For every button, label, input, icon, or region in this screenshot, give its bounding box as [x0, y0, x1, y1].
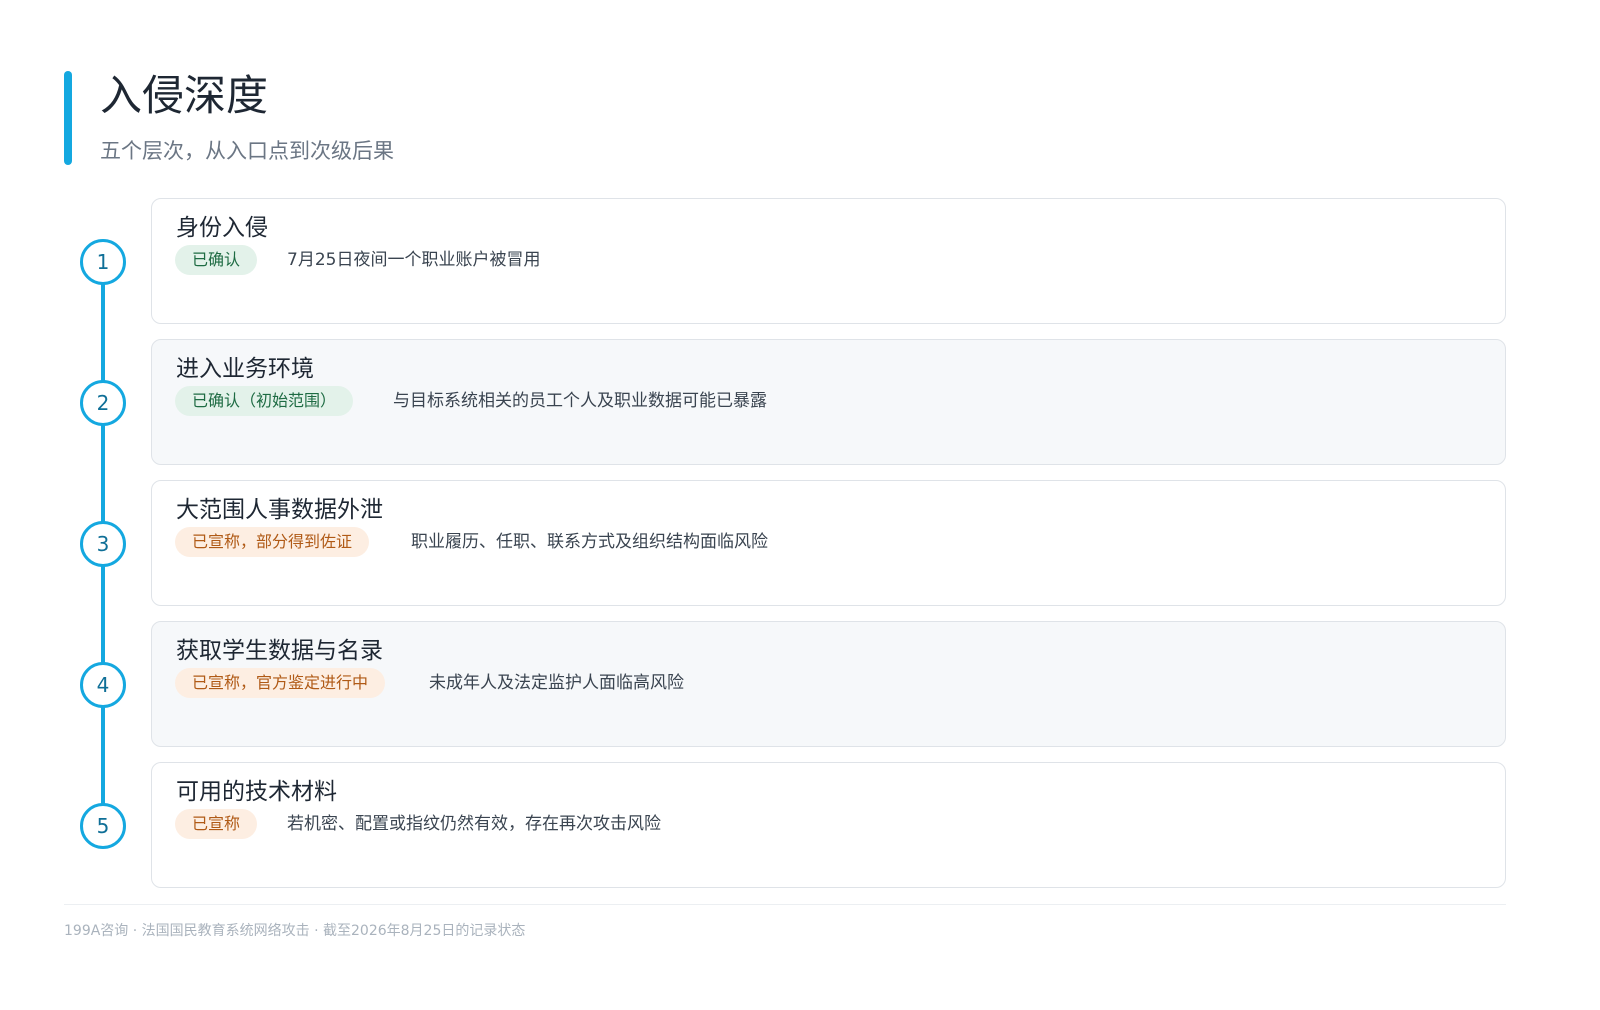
step-title: 可用的技术材料: [176, 779, 337, 805]
step-description: 若机密、配置或指纹仍然有效，存在再次攻击风险: [287, 814, 661, 834]
status-badge: 已宣称，官方鉴定进行中: [175, 668, 386, 698]
step-card-5: 可用的技术材料 已宣称 若机密、配置或指纹仍然有效，存在再次攻击风险: [151, 762, 1506, 888]
step-title: 进入业务环境: [176, 356, 314, 382]
header-accent-bar: [64, 71, 72, 165]
status-badge: 已宣称，部分得到佐证: [175, 527, 370, 557]
step-card-3: 大范围人事数据外泄 已宣称，部分得到佐证 职业履历、任职、联系方式及组织结构面临…: [151, 480, 1506, 606]
step-description: 与目标系统相关的员工个人及职业数据可能已暴露: [393, 391, 767, 411]
footer-text: 199A咨询 · 法国国民教育系统网络攻击 · 截至2026年8月25日的记录状…: [64, 923, 526, 939]
page-subtitle: 五个层次，从入口点到次级后果: [100, 139, 394, 163]
step-card-4: 获取学生数据与名录 已宣称，官方鉴定进行中 未成年人及法定监护人面临高风险: [151, 621, 1506, 747]
step-number-1: 1: [80, 239, 126, 285]
step-description: 职业履历、任职、联系方式及组织结构面临风险: [411, 532, 768, 552]
page-title: 入侵深度: [100, 71, 269, 120]
step-description: 未成年人及法定监护人面临高风险: [429, 673, 684, 693]
step-number-5: 5: [80, 803, 126, 849]
step-description: 7月25日夜间一个职业账户被冒用: [287, 250, 541, 270]
page: 入侵深度 五个层次，从入口点到次级后果 1 身份入侵 已确认 7月25日夜间一个…: [0, 0, 1600, 1010]
step-title: 身份入侵: [176, 215, 268, 241]
status-badge: 已确认: [175, 245, 258, 275]
step-number-2: 2: [80, 380, 126, 426]
status-badge: 已确认（初始范围）: [175, 386, 354, 416]
status-badge: 已宣称: [175, 809, 258, 839]
step-title: 获取学生数据与名录: [176, 638, 383, 664]
step-card-1: 身份入侵 已确认 7月25日夜间一个职业账户被冒用: [151, 198, 1506, 324]
step-number-4: 4: [80, 662, 126, 708]
step-number-3: 3: [80, 521, 126, 567]
footer-divider: [64, 904, 1506, 905]
step-title: 大范围人事数据外泄: [176, 497, 383, 523]
step-card-2: 进入业务环境 已确认（初始范围） 与目标系统相关的员工个人及职业数据可能已暴露: [151, 339, 1506, 465]
